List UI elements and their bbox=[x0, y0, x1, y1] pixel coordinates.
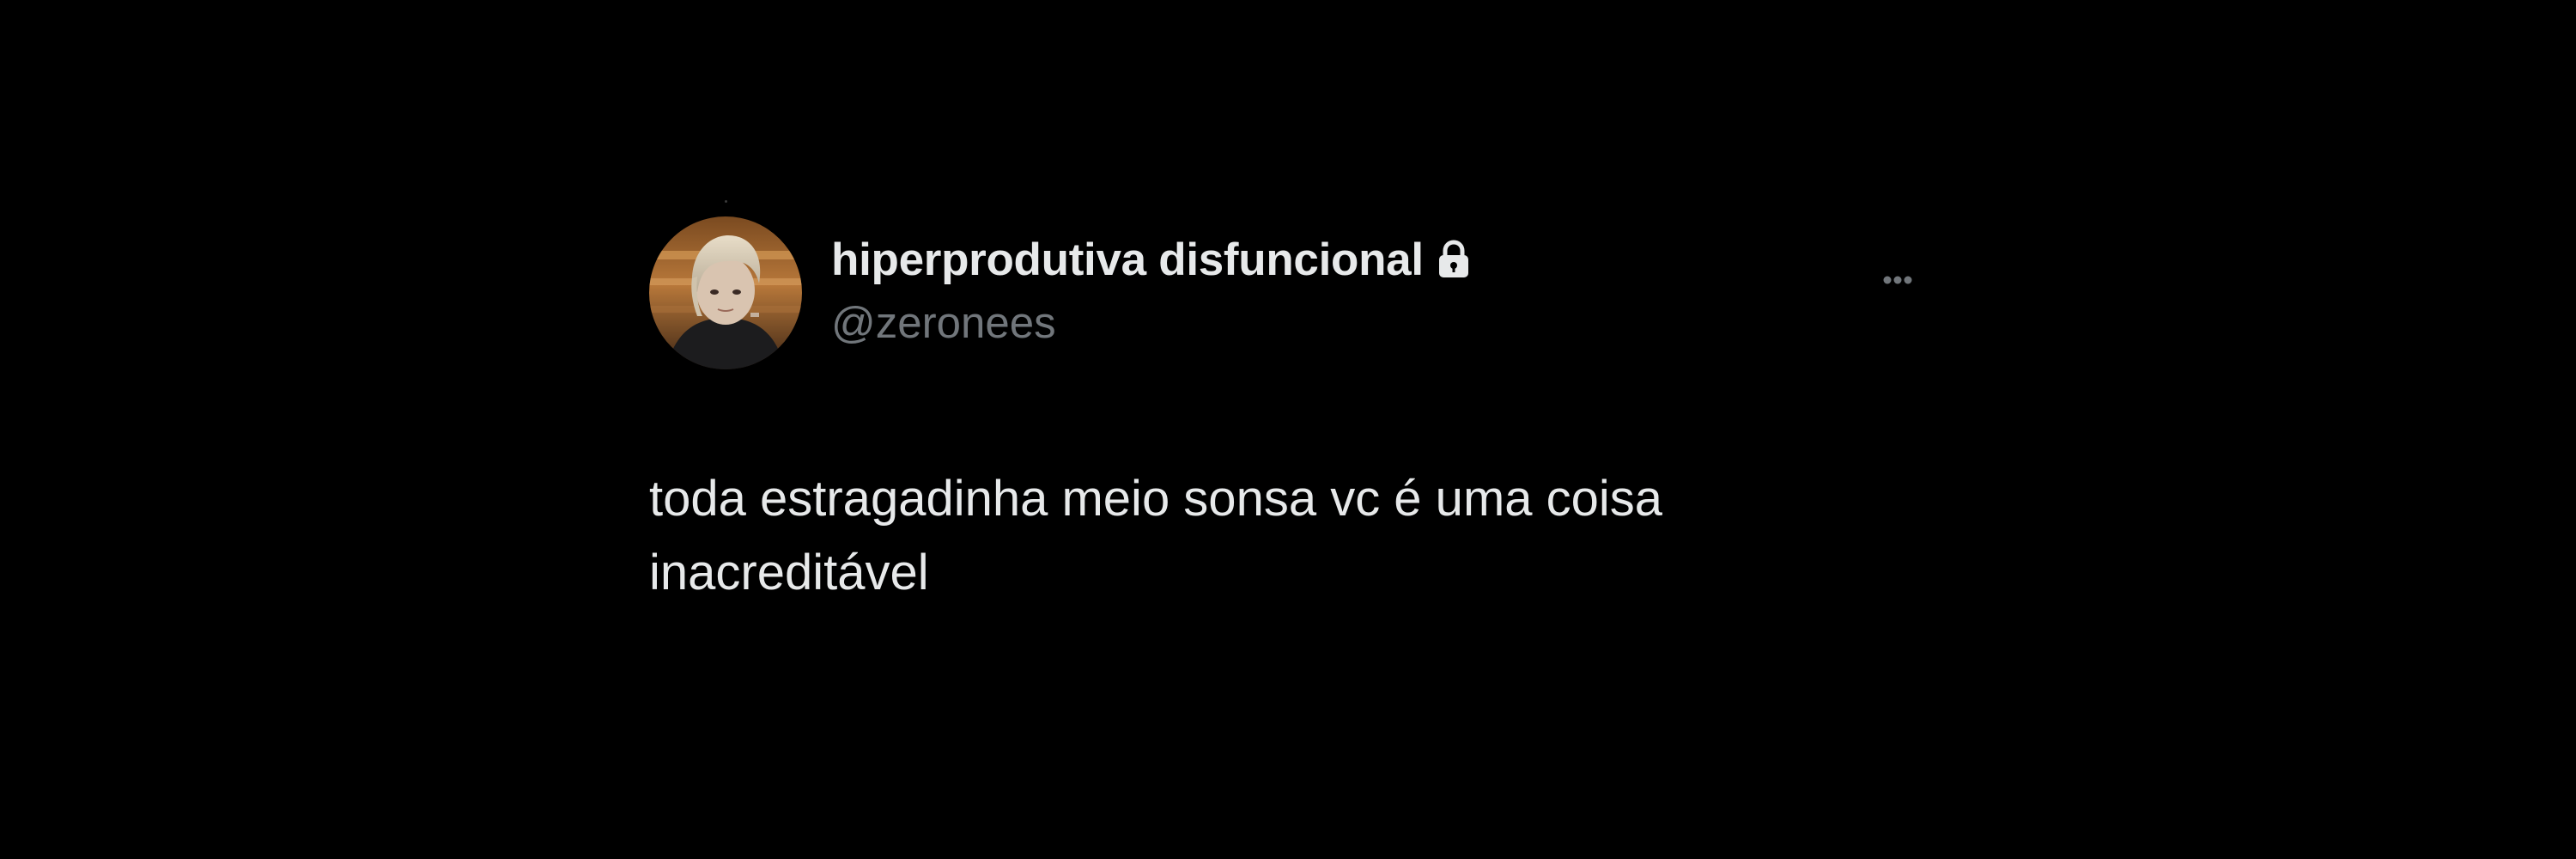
display-name[interactable]: hiperprodutiva disfuncional bbox=[831, 234, 1424, 286]
tweet-author: hiperprodutiva disfuncional @zeronees bbox=[831, 232, 1472, 348]
tweet-text-line: inacreditável bbox=[649, 545, 929, 600]
tweet-text: toda estragadinha meio sonsa vc é uma co… bbox=[649, 462, 1851, 610]
avatar[interactable] bbox=[649, 216, 802, 369]
tweet-header: hiperprodutiva disfuncional @zeronees bbox=[649, 213, 1929, 371]
more-options-icon[interactable] bbox=[1867, 249, 1929, 311]
lock-icon bbox=[1436, 240, 1472, 279]
decorative-dot bbox=[725, 200, 727, 203]
tweet-card: hiperprodutiva disfuncional @zeronees to… bbox=[649, 213, 1929, 625]
user-handle[interactable]: @zeronees bbox=[831, 297, 1472, 348]
tweet-text-line: toda estragadinha meio sonsa vc é uma co… bbox=[649, 471, 1663, 527]
avatar-image bbox=[649, 216, 802, 369]
display-name-row: hiperprodutiva disfuncional bbox=[831, 232, 1472, 287]
